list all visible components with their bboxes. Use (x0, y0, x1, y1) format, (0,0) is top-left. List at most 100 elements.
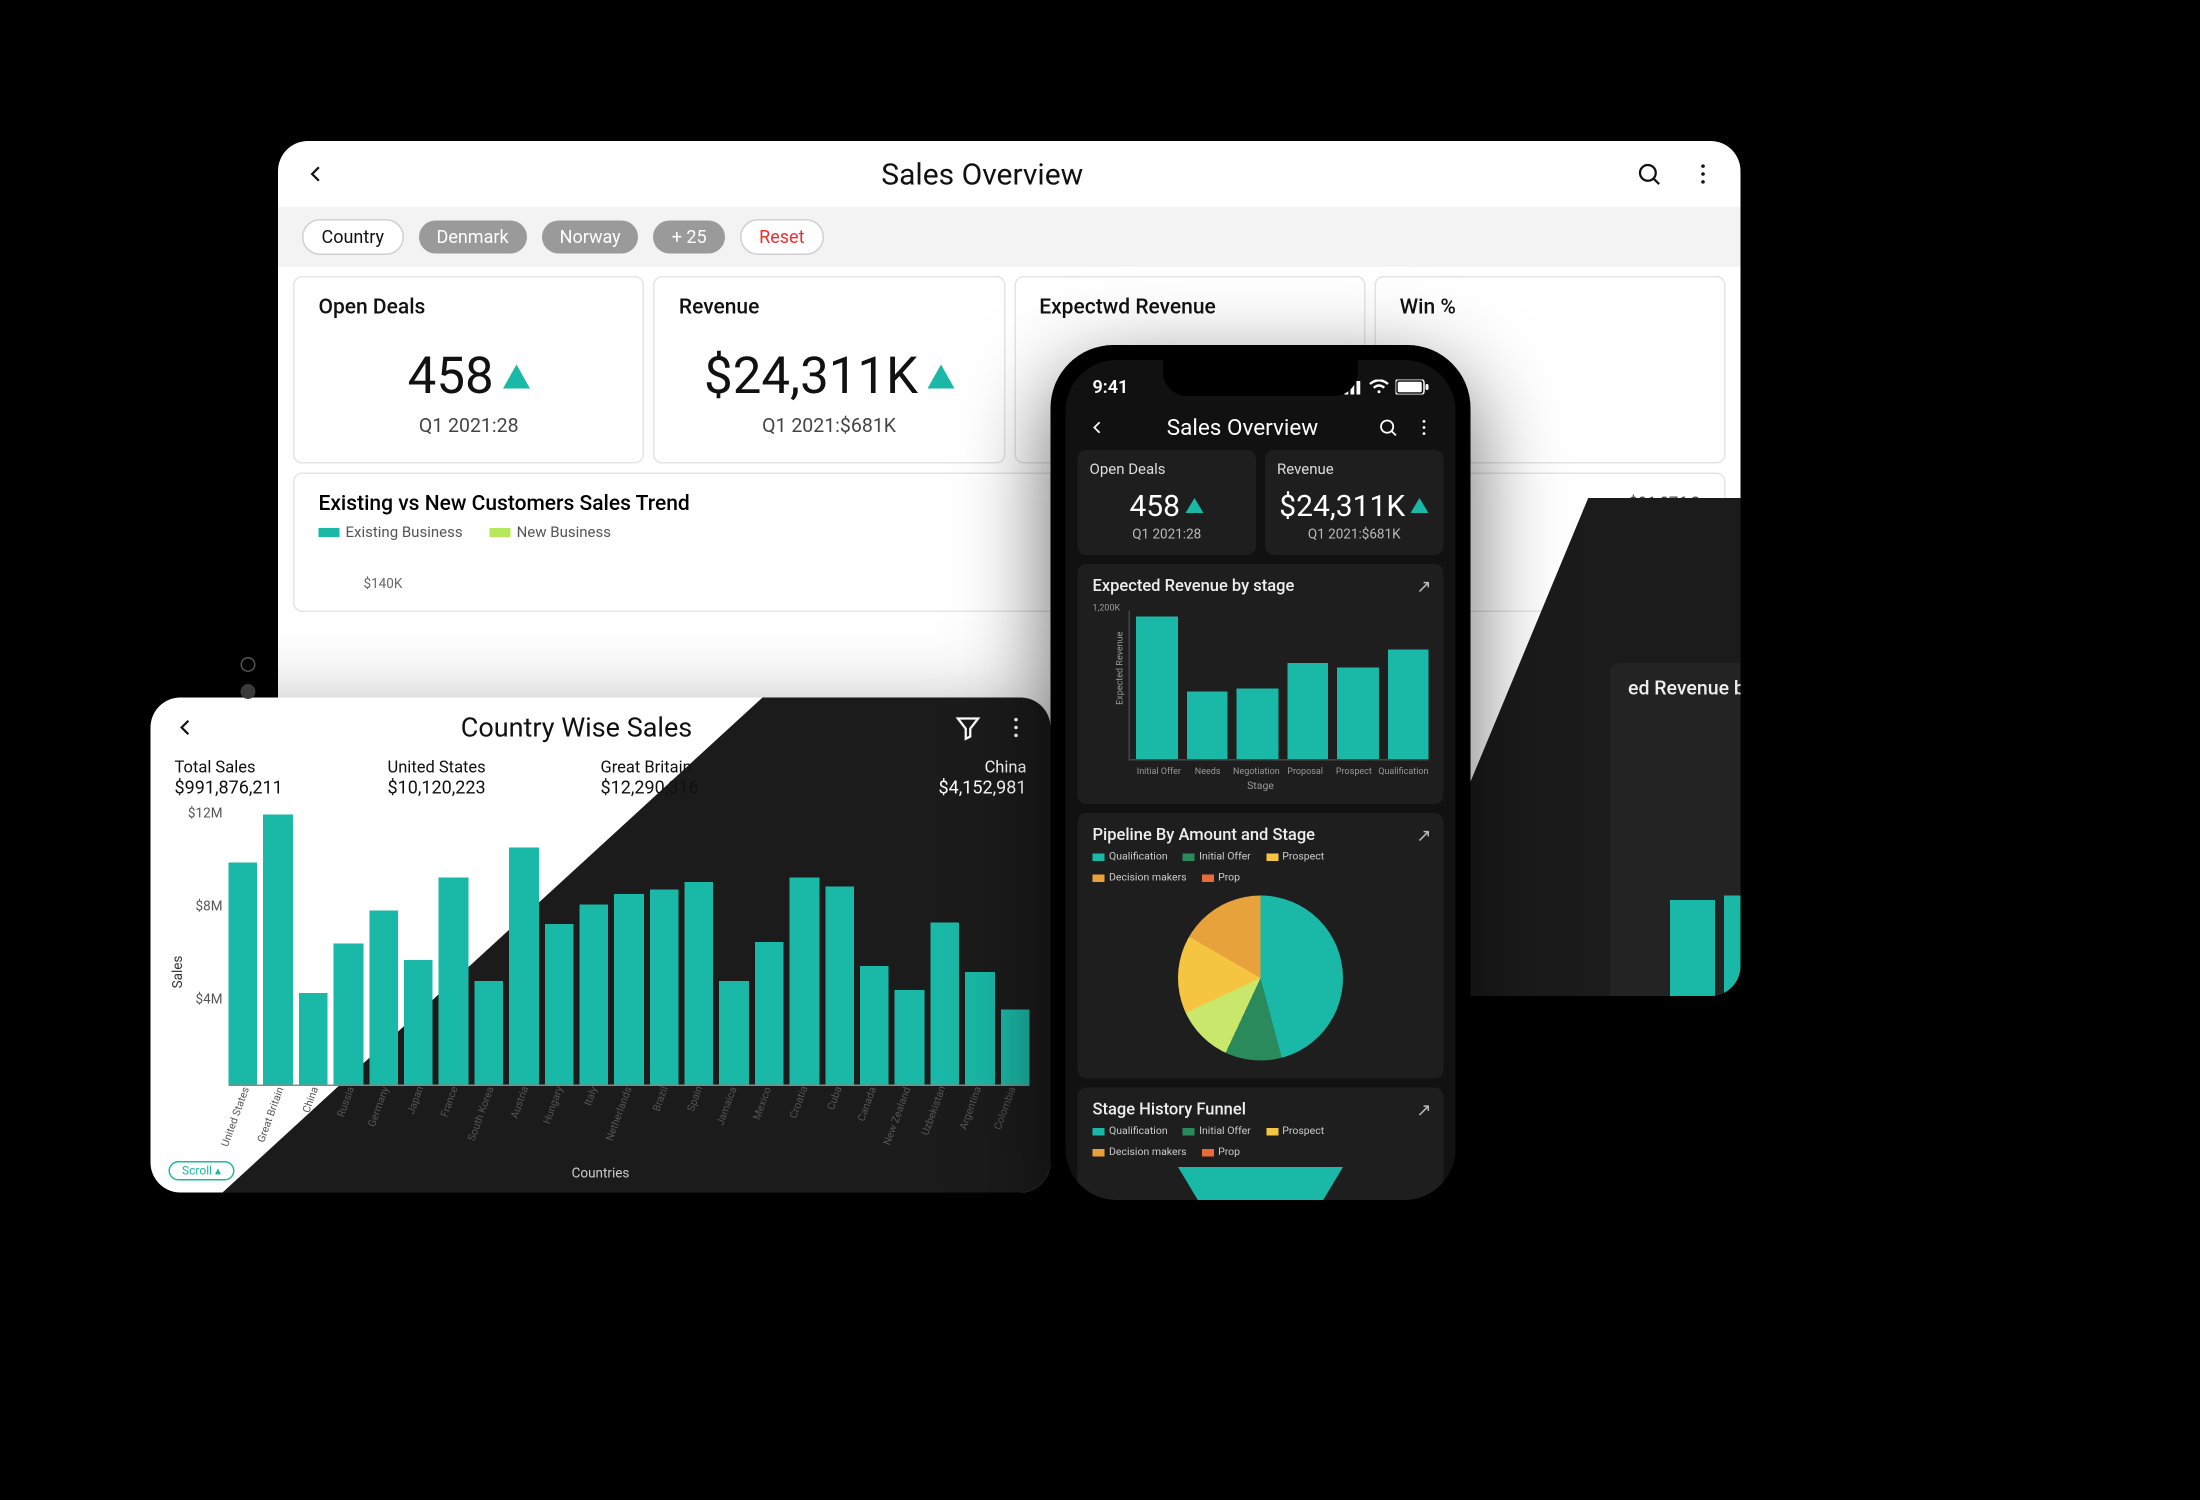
x-tick: Qualification (1378, 767, 1428, 778)
bar (930, 922, 959, 1084)
back-icon[interactable] (1087, 417, 1108, 438)
page-title: Sales Overview (329, 156, 1636, 192)
kpi-value: $24,311K (704, 347, 918, 407)
back-icon[interactable] (172, 714, 199, 741)
expand-icon[interactable]: ↗ (1416, 825, 1431, 846)
kpi-open-deals[interactable]: Open Deals 458 Q1 2021:28 (1078, 450, 1257, 555)
scroll-chip[interactable]: Scroll ▴ (169, 1161, 235, 1181)
stat-total: Total Sales$991,876,211 (175, 758, 388, 799)
bar (860, 966, 889, 1085)
kpi-label: Expectwd Revenue (1039, 296, 1339, 320)
phone-notch (1163, 360, 1358, 396)
trend-card[interactable]: Existing vs New Customers Sales Trend Ex… (293, 473, 1726, 613)
kpi-sub: Q1 2021:$681K (679, 416, 979, 439)
bar (1670, 899, 1715, 996)
bar (720, 981, 749, 1084)
kpi-open-deals[interactable]: Open Deals 458 Q1 2021:28 (293, 276, 644, 464)
funnel-card[interactable]: ↗ Stage History Funnel Qualification Ini… (1078, 1088, 1444, 1201)
expand-icon[interactable]: ↗ (1416, 1100, 1431, 1121)
legend-item: Prop (1202, 1146, 1240, 1158)
country-sales-card: Country Wise Sales Total Sales$991,876,2… (151, 698, 1051, 1193)
filter-chip-more[interactable]: + 25 (654, 221, 725, 254)
x-tick: Initial Offer (1135, 767, 1184, 778)
bar (264, 815, 293, 1085)
legend-item: Decision makers (1093, 872, 1187, 884)
kpi-sub: Q1 2021:28 (1090, 528, 1245, 543)
trend-up-icon (1186, 498, 1204, 513)
bar (650, 889, 679, 1084)
kpi-value: 458 (1129, 488, 1180, 524)
bar (1387, 649, 1428, 759)
kpi-label: Revenue (679, 296, 979, 320)
tablet-header: Sales Overview (278, 141, 1741, 207)
bar (1337, 668, 1378, 759)
bar (334, 944, 363, 1084)
filter-label[interactable]: Country (302, 219, 404, 255)
bar (685, 883, 714, 1085)
legend-new: New Business (490, 525, 611, 542)
bar (1724, 896, 1741, 996)
stat-gb: Great Britain$12,290,316 (601, 758, 814, 799)
page-title: Sales Overview (1123, 414, 1363, 441)
expand-icon[interactable]: ↗ (1416, 576, 1431, 597)
kpi-revenue[interactable]: Revenue $24,311K Q1 2021:$681K (653, 276, 1004, 464)
country-bar-chart: Sales $12M $8M $4M United StatesGreat Br… (172, 807, 1030, 1122)
y-tick: $12M (172, 807, 223, 822)
y-tick: $8M (172, 900, 223, 915)
trend-up-icon (1411, 498, 1429, 513)
x-tick: Negotiation (1232, 767, 1281, 778)
bar (579, 905, 608, 1085)
bar (1136, 617, 1177, 760)
bar-chart (1670, 771, 1741, 996)
dot-active[interactable] (241, 684, 256, 699)
legend-item: Qualification (1093, 1125, 1168, 1137)
back-icon[interactable] (302, 161, 329, 188)
filter-chip-denmark[interactable]: Denmark (419, 221, 527, 254)
x-tick: Prospect (1330, 767, 1379, 778)
bar (1237, 689, 1278, 759)
wifi-icon (1369, 380, 1390, 395)
pipeline-card[interactable]: ↗ Pipeline By Amount and Stage Qualifica… (1078, 813, 1444, 1079)
more-icon[interactable] (1690, 161, 1717, 188)
y-tick: $4M (172, 993, 223, 1008)
y-tick: $140K (364, 578, 1701, 593)
bar (474, 981, 503, 1084)
kpi-revenue[interactable]: Revenue $24,311K Q1 2021:$681K (1265, 450, 1444, 555)
kpi-value: 458 (408, 347, 494, 407)
bar (1287, 663, 1328, 759)
more-icon[interactable] (1414, 417, 1435, 438)
card-title: Stage History Funnel (1093, 1100, 1429, 1120)
legend-item: Prospect (1266, 1125, 1324, 1137)
search-icon[interactable] (1378, 417, 1399, 438)
bar (895, 990, 924, 1084)
expected-revenue-card[interactable]: ↗ Expected Revenue by stage 1,200K Expec… (1078, 564, 1444, 804)
expected-revenue-card-dark[interactable]: ↗ ed Revenue by stage $1,432,98K $582,25… (1610, 663, 1741, 996)
search-icon[interactable] (1636, 161, 1663, 188)
reset-button[interactable]: Reset (740, 219, 824, 255)
filter-icon[interactable] (955, 714, 982, 741)
bar (544, 924, 573, 1084)
x-axis-label: Countries (172, 1167, 1030, 1182)
legend-item: Initial Offer (1183, 851, 1251, 863)
filter-chip-norway[interactable]: Norway (542, 221, 639, 254)
kpi-value: $24,311K (1279, 488, 1405, 524)
dot[interactable] (241, 657, 256, 672)
legend-item: Initial Offer (1183, 1125, 1251, 1137)
bar (825, 887, 854, 1085)
legend-item: Prop (1202, 872, 1240, 884)
x-tick: Needs (1183, 767, 1232, 778)
battery-icon (1396, 380, 1429, 395)
y-tick: 1,200K (1093, 603, 1121, 614)
more-icon[interactable] (1003, 714, 1030, 741)
carousel-dots[interactable] (241, 657, 256, 699)
card-title: Country Wise Sales (199, 712, 955, 744)
legend-item: Prospect (1266, 851, 1324, 863)
stat-china: China$4,152,981 (814, 758, 1027, 799)
bar (614, 894, 643, 1085)
kpi-label: Revenue (1277, 462, 1432, 479)
bar (1186, 691, 1227, 759)
legend-item: Qualification (1093, 851, 1168, 863)
trend-up-icon (927, 365, 954, 389)
kpi-sub: Q1 2021:28 (319, 416, 619, 439)
card-title: ed Revenue by stage (1628, 678, 1741, 701)
